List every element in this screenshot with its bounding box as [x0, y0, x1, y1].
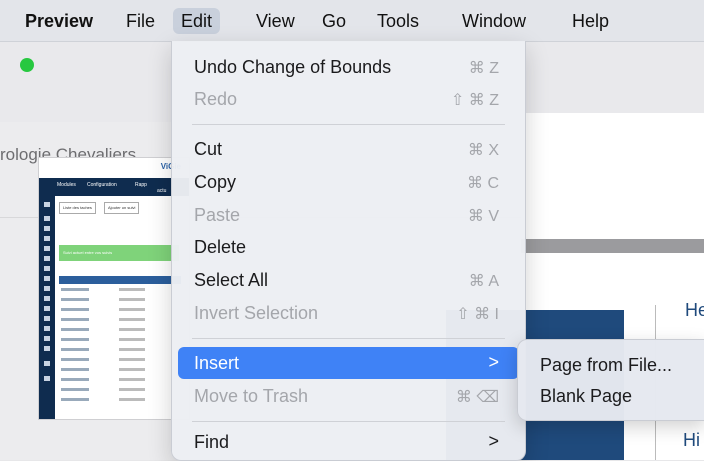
menu-view[interactable]: View — [248, 8, 303, 34]
submenu-item-page-from-file[interactable]: Page from File... — [540, 355, 672, 376]
menu-help[interactable]: Help — [564, 8, 617, 34]
menu-bar: Preview File Edit View Go Tools Window H… — [0, 0, 704, 42]
thumb-nav-item: Configuration — [87, 182, 117, 188]
menu-go[interactable]: Go — [314, 8, 354, 34]
menu-item-cut[interactable]: Cut ⌘ X — [178, 133, 519, 165]
menu-item-find[interactable]: Find > — [178, 426, 519, 458]
menu-item-label: Find — [194, 432, 230, 452]
shortcut-label: ⌘ Z — [468, 60, 499, 77]
shortcut-label: ⌘ C — [467, 175, 499, 192]
thumb-banner-text: Suivi actuel entre vos suivis — [63, 250, 113, 255]
thumb-header: ViGie — [39, 158, 189, 178]
menu-item-label: Cut — [194, 139, 223, 159]
thumb-nav-item: Modules — [57, 182, 76, 188]
thumb-nav: Modules Configuration Rapp actu — [39, 178, 189, 196]
menu-tools[interactable]: Tools — [369, 8, 427, 34]
menu-item-delete[interactable]: Delete — [178, 231, 519, 263]
submenu-item-blank-page[interactable]: Blank Page — [540, 386, 632, 407]
shortcut-label: ⇧ ⌘ Z — [450, 92, 499, 109]
thumb-button: Ajouter un suivi — [104, 202, 140, 214]
menu-item-label: Paste — [194, 205, 241, 225]
menu-separator — [192, 124, 505, 125]
menu-item-label: Delete — [194, 237, 247, 257]
chevron-right-icon: > — [488, 352, 499, 372]
shortcut-label: ⌘ X — [467, 142, 499, 159]
menu-window[interactable]: Window — [454, 8, 534, 34]
menu-item-move-to-trash: Move to Trash ⌘ ⌫ — [178, 380, 519, 412]
thumb-nav-item: actu — [157, 188, 167, 194]
thumb-nav-item: Rapp — [135, 182, 147, 188]
menu-file[interactable]: File — [118, 8, 163, 34]
shortcut-label: ⌘ A — [468, 273, 499, 290]
menu-item-insert[interactable]: Insert > — [178, 347, 519, 379]
zoom-button[interactable] — [20, 58, 34, 72]
thumb-button: Liste des taches — [59, 202, 96, 214]
menu-separator — [192, 421, 505, 422]
menu-item-select-all[interactable]: Select All ⌘ A — [178, 264, 519, 296]
page-gap — [521, 239, 704, 253]
thumb-banner: Suivi actuel entre vos suivis — [59, 245, 179, 261]
shortcut-label: ⌘ V — [467, 208, 499, 225]
menu-item-copy[interactable]: Copy ⌘ C — [178, 166, 519, 198]
shortcut-label: ⌘ ⌫ — [455, 389, 499, 406]
menu-item-label: Invert Selection — [194, 303, 319, 323]
page-heading-fragment: He — [685, 300, 704, 320]
edit-menu: Undo Change of Bounds ⌘ Z Redo ⇧ ⌘ Z Cut… — [171, 41, 526, 461]
menu-preview[interactable]: Preview — [17, 8, 101, 34]
thumb-table-header — [59, 276, 181, 284]
thumb-buttons: Liste des taches Ajouter un suivi — [59, 202, 169, 214]
menu-item-label: Undo Change of Bounds — [194, 57, 392, 77]
thumb-sidebar — [39, 196, 55, 419]
menu-item-label: Select All — [194, 270, 269, 290]
menu-item-paste: Paste ⌘ V — [178, 199, 519, 231]
page-heading-fragment-2: Hi — [683, 430, 700, 450]
page-thumbnail[interactable]: ViGie Modules Configuration Rapp actu Li… — [38, 157, 190, 420]
canvas-background — [521, 113, 704, 239]
menu-item-undo[interactable]: Undo Change of Bounds ⌘ Z — [178, 51, 519, 83]
menu-item-label: Copy — [194, 172, 237, 192]
menu-item-label: Move to Trash — [194, 386, 309, 406]
menu-item-redo: Redo ⇧ ⌘ Z — [178, 83, 519, 115]
menu-item-label: Insert — [194, 353, 240, 373]
menu-separator — [192, 338, 505, 339]
menu-item-invert-selection: Invert Selection ⇧ ⌘ I — [178, 297, 519, 329]
chevron-right-icon: > — [488, 431, 499, 451]
menu-item-label: Redo — [194, 89, 238, 109]
menu-edit[interactable]: Edit — [173, 8, 221, 34]
shortcut-label: ⇧ ⌘ I — [456, 306, 499, 323]
insert-submenu: Page from File... Blank Page — [517, 339, 704, 421]
